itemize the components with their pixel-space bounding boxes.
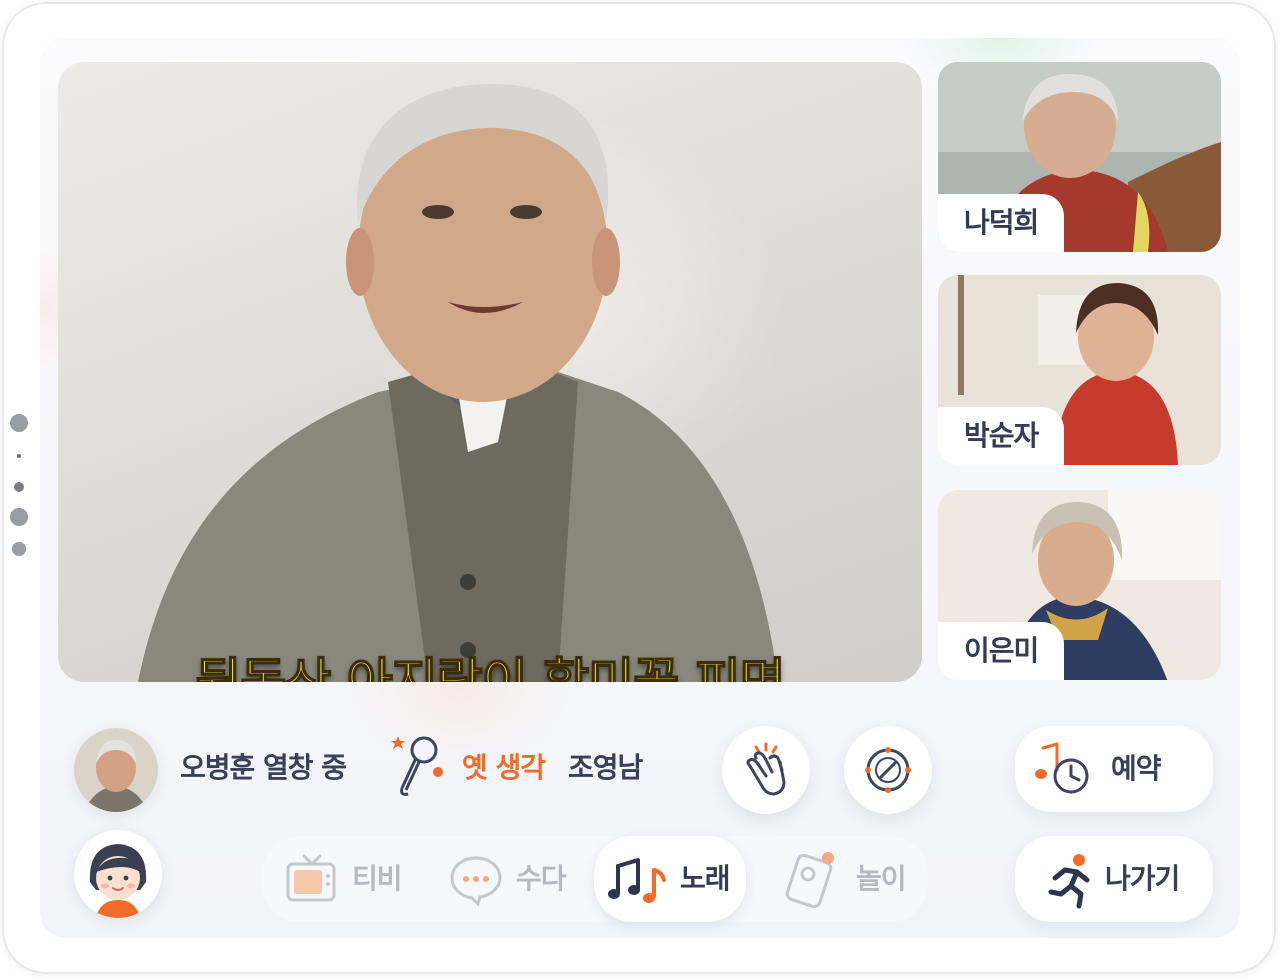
microphone-icon xyxy=(391,736,443,796)
main-singer-video[interactable]: 뒷동산 아지랑이 할미꽃 피면 xyxy=(58,62,922,682)
camera-sensors xyxy=(10,414,30,564)
my-avatar[interactable] xyxy=(74,830,162,918)
song-title: 옛 생각 xyxy=(462,751,546,784)
music-icon xyxy=(608,858,666,903)
participant-tile-3[interactable]: 이은미 xyxy=(938,490,1221,680)
song-artist: 조영남 xyxy=(568,751,643,784)
nav-label: 놀이 xyxy=(856,862,907,895)
clap-button[interactable] xyxy=(722,726,810,814)
game-icon xyxy=(785,852,834,909)
participant-tile-2[interactable]: 박순자 xyxy=(938,275,1221,465)
exit-button[interactable]: 나가기 xyxy=(1015,836,1213,922)
singer-figure xyxy=(138,83,778,682)
chat-icon xyxy=(450,856,502,907)
singer-avatar[interactable] xyxy=(74,728,158,812)
reserve-label: 예약 xyxy=(1111,752,1162,785)
participant-tile-1[interactable]: 나덕희 xyxy=(938,62,1221,252)
lyrics-caption: 뒷동산 아지랑이 할미꽃 피면 xyxy=(195,652,787,682)
nav-item-song[interactable]: 노래 xyxy=(594,836,746,922)
music-timer-icon xyxy=(1035,742,1089,794)
nav-label: 수다 xyxy=(516,862,567,895)
participant-name: 나덕희 xyxy=(938,194,1065,252)
exit-label: 나가기 xyxy=(1105,862,1180,895)
tambourine-button[interactable] xyxy=(844,726,932,814)
reserve-button[interactable]: 예약 xyxy=(1015,726,1213,812)
running-person-icon xyxy=(1048,854,1090,909)
nav-item-tv[interactable]: 티비 xyxy=(282,836,432,922)
participant-name: 이은미 xyxy=(938,622,1065,680)
tambourine-icon xyxy=(865,747,911,793)
clap-icon xyxy=(746,742,786,796)
singer-status: 오병훈 열창 중 xyxy=(180,751,347,784)
participant-name: 박순자 xyxy=(938,407,1065,465)
nav-label: 노래 xyxy=(680,862,731,895)
nav-label: 티비 xyxy=(352,862,403,895)
nav-item-chat[interactable]: 수다 xyxy=(446,836,596,922)
nav-item-play[interactable]: 놀이 xyxy=(776,836,926,922)
tv-icon xyxy=(286,854,336,902)
